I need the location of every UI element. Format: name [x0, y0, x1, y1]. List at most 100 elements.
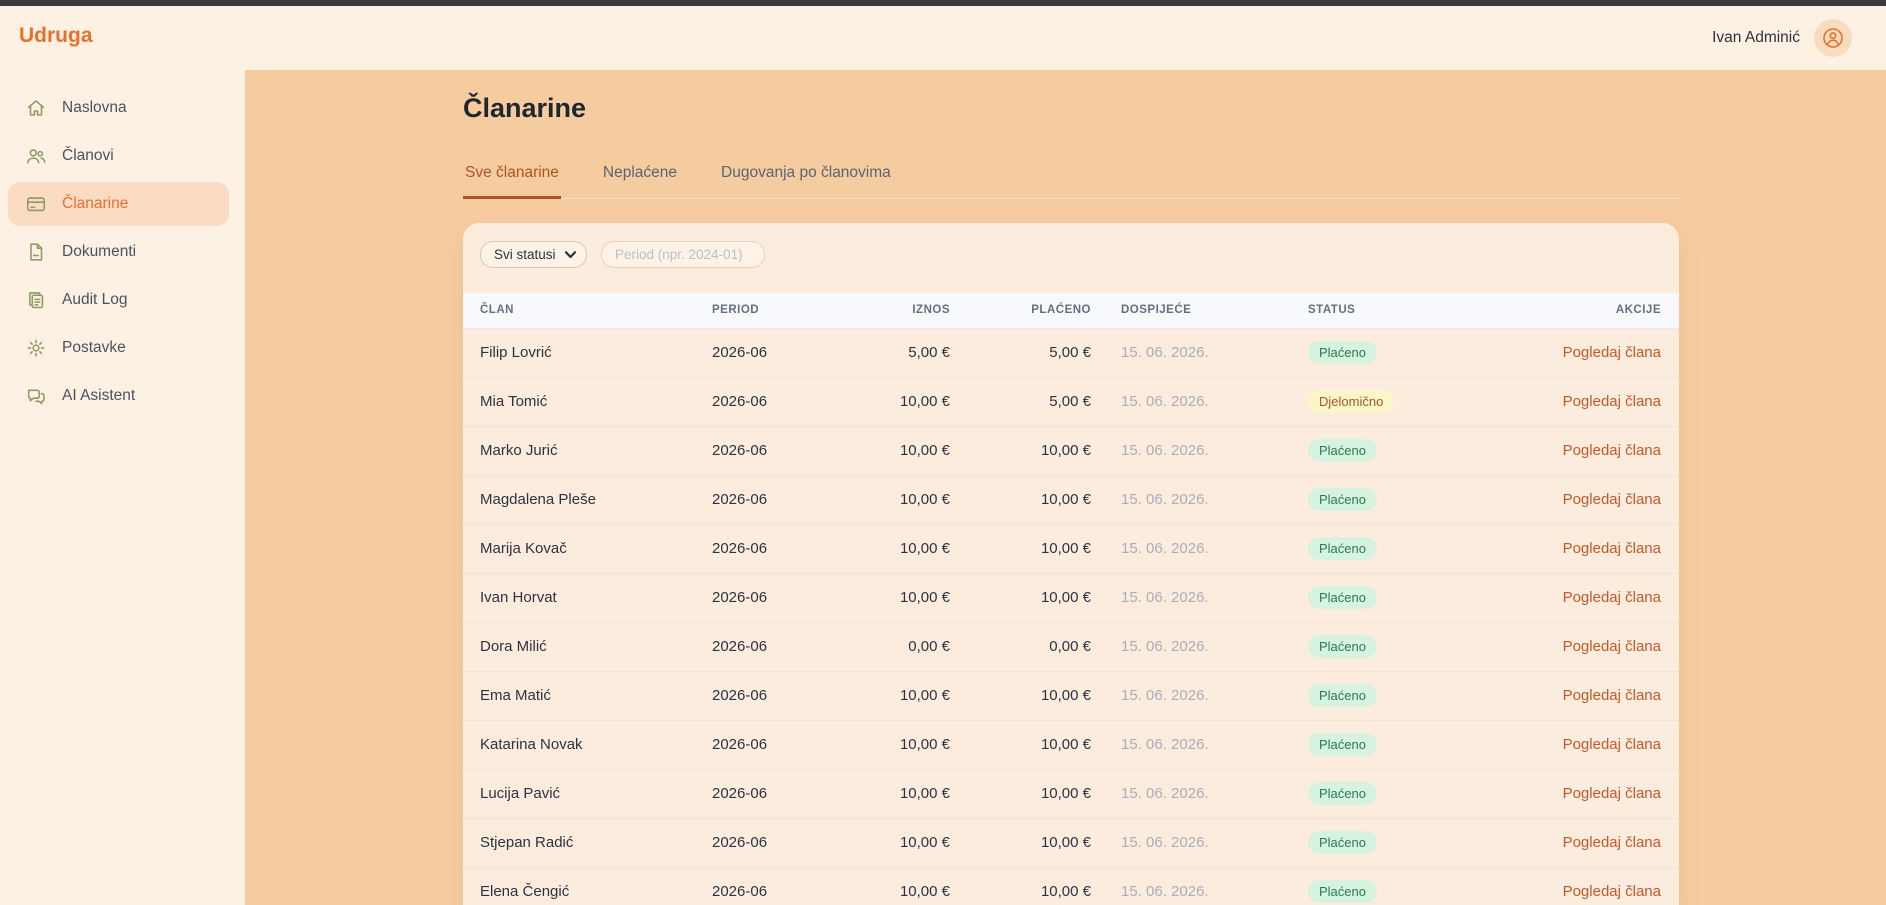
table-row: Elena Čengić 2026-06 10,00 € 10,00 € 15.… [463, 867, 1679, 905]
tab-dugovanja-po-clanovima[interactable]: Dugovanja po članovima [719, 164, 893, 199]
period-filter-input[interactable] [601, 241, 765, 268]
column-header-placeno: PLAĆENO [950, 293, 1091, 328]
cell-actions: Pogledaj člana [1490, 328, 1679, 377]
cell-member: Magdalena Pleše [463, 475, 712, 524]
cell-paid: 10,00 € [950, 769, 1091, 818]
table-row: Magdalena Pleše 2026-06 10,00 € 10,00 € … [463, 475, 1679, 524]
cell-status: Plaćeno [1296, 720, 1490, 769]
view-member-link[interactable]: Pogledaj člana [1563, 540, 1661, 557]
table-row: Mia Tomić 2026-06 10,00 € 5,00 € 15. 06.… [463, 377, 1679, 426]
tab-neplacene[interactable]: Neplaćene [601, 164, 679, 199]
cell-member: Elena Čengić [463, 867, 712, 905]
cell-status: Plaćeno [1296, 524, 1490, 573]
sidebar-nav: Naslovna Članovi Članarine Dokumenti Aud… [0, 86, 245, 422]
view-member-link[interactable]: Pogledaj člana [1563, 344, 1661, 361]
cell-amount: 10,00 € [877, 720, 950, 769]
table-row: Ema Matić 2026-06 10,00 € 10,00 € 15. 06… [463, 671, 1679, 720]
view-member-link[interactable]: Pogledaj člana [1563, 638, 1661, 655]
cell-due-date: 15. 06. 2026. [1091, 328, 1296, 377]
view-member-link[interactable]: Pogledaj člana [1563, 589, 1661, 606]
cell-period: 2026-06 [712, 769, 877, 818]
cell-status: Plaćeno [1296, 818, 1490, 867]
cell-due-date: 15. 06. 2026. [1091, 671, 1296, 720]
cell-actions: Pogledaj člana [1490, 671, 1679, 720]
cell-paid: 5,00 € [950, 328, 1091, 377]
view-member-link[interactable]: Pogledaj člana [1563, 834, 1661, 851]
status-filter-select[interactable]: Svi statusi [480, 241, 587, 268]
audit-icon [25, 289, 47, 311]
memberships-card: Svi statusi ČLANPERIODIZNOSPLAĆENODOSPIJ… [463, 223, 1679, 905]
cell-member: Filip Lovrić [463, 328, 712, 377]
sidebar-item-postavke[interactable]: Postavke [8, 326, 229, 370]
table-header-row: ČLANPERIODIZNOSPLAĆENODOSPIJEĆESTATUSAKC… [463, 293, 1679, 328]
cell-actions: Pogledaj člana [1490, 524, 1679, 573]
cell-member: Katarina Novak [463, 720, 712, 769]
view-member-link[interactable]: Pogledaj člana [1563, 393, 1661, 410]
tab-bar: Sve članarine Neplaćene Dugovanja po člano… [463, 164, 1679, 199]
filter-bar: Svi statusi [463, 223, 1679, 280]
cell-actions: Pogledaj člana [1490, 426, 1679, 475]
user-avatar-button[interactable] [1814, 19, 1852, 57]
cell-due-date: 15. 06. 2026. [1091, 769, 1296, 818]
status-badge: Djelomično [1308, 390, 1394, 413]
table-row: Stjepan Radić 2026-06 10,00 € 10,00 € 15… [463, 818, 1679, 867]
cell-paid: 10,00 € [950, 573, 1091, 622]
sidebar-item-ai-asistent[interactable]: AI Asistent [8, 374, 229, 418]
cell-period: 2026-06 [712, 867, 877, 905]
table-row: Katarina Novak 2026-06 10,00 € 10,00 € 1… [463, 720, 1679, 769]
table-row: Ivan Horvat 2026-06 10,00 € 10,00 € 15. … [463, 573, 1679, 622]
status-badge: Plaćeno [1308, 586, 1377, 609]
view-member-link[interactable]: Pogledaj člana [1563, 736, 1661, 753]
cell-period: 2026-06 [712, 818, 877, 867]
sidebar-item-clanovi[interactable]: Članovi [8, 134, 229, 178]
view-member-link[interactable]: Pogledaj člana [1563, 883, 1661, 900]
chat-icon [25, 385, 47, 407]
cell-status: Plaćeno [1296, 328, 1490, 377]
cell-due-date: 15. 06. 2026. [1091, 622, 1296, 671]
sidebar: Udruga Naslovna Članovi Članarine Dokume… [0, 6, 245, 905]
cell-actions: Pogledaj člana [1490, 720, 1679, 769]
sidebar-item-naslovna[interactable]: Naslovna [8, 86, 229, 130]
card-icon [25, 193, 47, 215]
status-badge: Plaćeno [1308, 488, 1377, 511]
table-row: Marija Kovač 2026-06 10,00 € 10,00 € 15.… [463, 524, 1679, 573]
gear-icon [25, 337, 47, 359]
cell-amount: 10,00 € [877, 769, 950, 818]
sidebar-item-dokumenti[interactable]: Dokumenti [8, 230, 229, 274]
cell-due-date: 15. 06. 2026. [1091, 524, 1296, 573]
cell-due-date: 15. 06. 2026. [1091, 720, 1296, 769]
cell-paid: 10,00 € [950, 818, 1091, 867]
cell-due-date: 15. 06. 2026. [1091, 475, 1296, 524]
cell-due-date: 15. 06. 2026. [1091, 867, 1296, 905]
cell-paid: 5,00 € [950, 377, 1091, 426]
view-member-link[interactable]: Pogledaj člana [1563, 491, 1661, 508]
page-title: Članarine [463, 90, 1679, 126]
status-badge: Plaćeno [1308, 537, 1377, 560]
memberships-table: ČLANPERIODIZNOSPLAĆENODOSPIJEĆESTATUSAKC… [463, 293, 1679, 905]
table-body: Filip Lovrić 2026-06 5,00 € 5,00 € 15. 0… [463, 328, 1679, 905]
cell-status: Plaćeno [1296, 769, 1490, 818]
cell-member: Marko Jurić [463, 426, 712, 475]
view-member-link[interactable]: Pogledaj člana [1563, 442, 1661, 459]
sidebar-item-audit-log[interactable]: Audit Log [8, 278, 229, 322]
status-badge: Plaćeno [1308, 880, 1377, 903]
cell-status: Plaćeno [1296, 867, 1490, 905]
cell-status: Plaćeno [1296, 671, 1490, 720]
table-row: Marko Jurić 2026-06 10,00 € 10,00 € 15. … [463, 426, 1679, 475]
cell-amount: 10,00 € [877, 377, 950, 426]
view-member-link[interactable]: Pogledaj člana [1563, 687, 1661, 704]
cell-period: 2026-06 [712, 377, 877, 426]
cell-amount: 10,00 € [877, 475, 950, 524]
column-header-dospijece: DOSPIJEĆE [1091, 293, 1296, 328]
cell-paid: 10,00 € [950, 671, 1091, 720]
cell-member: Ema Matić [463, 671, 712, 720]
cell-paid: 10,00 € [950, 720, 1091, 769]
cell-paid: 10,00 € [950, 867, 1091, 905]
sidebar-item-clanarine[interactable]: Članarine [8, 182, 229, 226]
cell-paid: 10,00 € [950, 426, 1091, 475]
cell-due-date: 15. 06. 2026. [1091, 573, 1296, 622]
column-header-clan: ČLAN [463, 293, 712, 328]
tab-sve-clanarine[interactable]: Sve članarine [463, 164, 561, 199]
view-member-link[interactable]: Pogledaj člana [1563, 785, 1661, 802]
status-badge: Plaćeno [1308, 635, 1377, 658]
